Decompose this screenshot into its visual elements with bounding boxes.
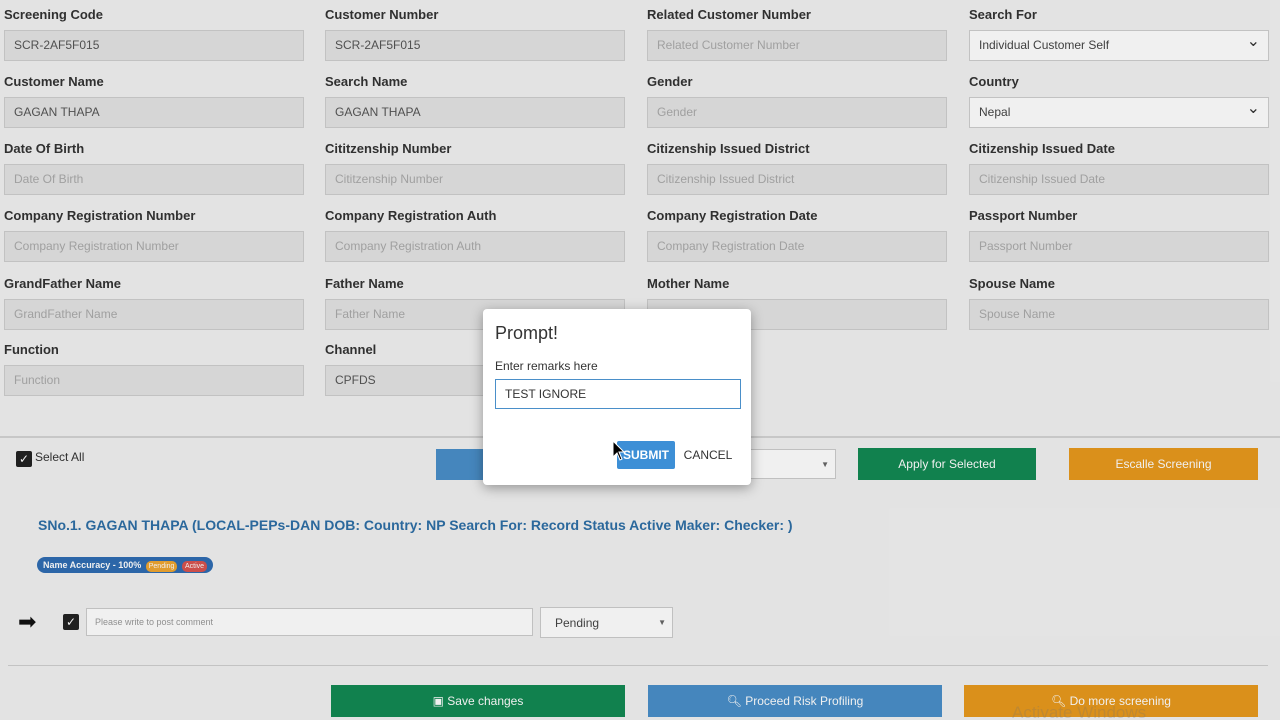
cancel-button[interactable]: CANCEL <box>681 441 735 469</box>
mouse-cursor-icon <box>612 440 626 461</box>
remarks-label: Enter remarks here <box>495 359 598 373</box>
remarks-input[interactable]: TEST IGNORE <box>495 379 741 409</box>
dialog-title: Prompt! <box>495 323 559 343</box>
